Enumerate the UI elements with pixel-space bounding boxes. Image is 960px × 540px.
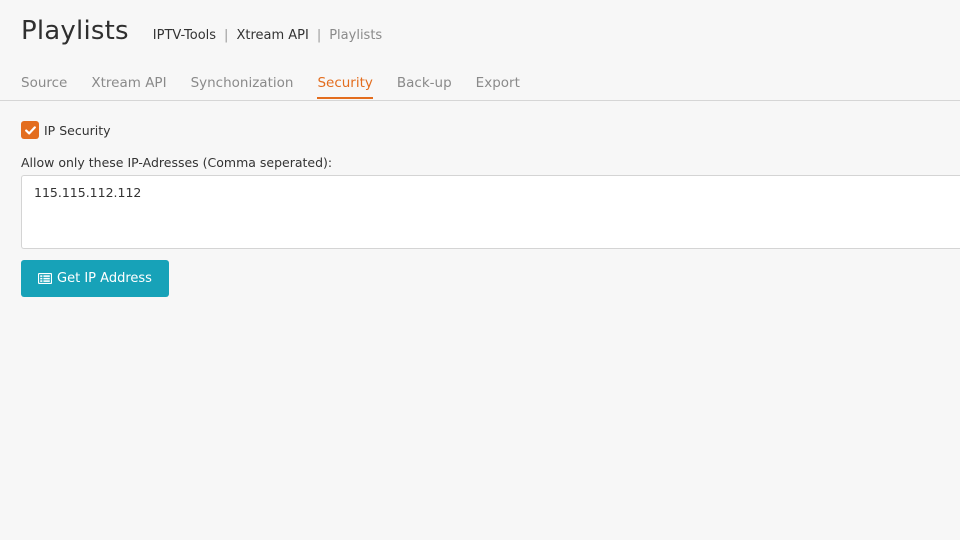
breadcrumb-item-xtream-api[interactable]: Xtream API — [236, 28, 308, 43]
ip-security-row: IP Security — [21, 120, 960, 140]
checkmark-icon — [24, 125, 36, 134]
tab-back-up[interactable]: Back-up — [397, 72, 452, 99]
tab-xtream-api[interactable]: Xtream API — [91, 72, 166, 99]
breadcrumb: IPTV-Tools | Xtream API | Playlists — [153, 28, 382, 43]
ip-security-checkbox[interactable] — [21, 121, 39, 139]
playlists-page: Playlists IPTV-Tools | Xtream API | Play… — [0, 0, 960, 540]
page-title: Playlists — [21, 16, 129, 46]
tab-export[interactable]: Export — [476, 72, 520, 99]
list-icon — [38, 273, 53, 284]
ip-security-label: IP Security — [44, 122, 111, 138]
breadcrumb-separator: | — [224, 28, 229, 43]
tab-synchonization[interactable]: Synchonization — [191, 72, 294, 99]
security-panel: IP Security Allow only these IP-Adresses… — [21, 120, 960, 297]
allowed-ips-textarea[interactable]: 115.115.112.112 — [21, 175, 960, 249]
allowed-ips-value: 115.115.112.112 — [34, 185, 142, 200]
get-ip-address-button[interactable]: Get IP Address — [21, 260, 169, 297]
tab-security[interactable]: Security — [317, 72, 373, 99]
breadcrumb-item-iptv-tools[interactable]: IPTV-Tools — [153, 28, 216, 43]
tab-source[interactable]: Source — [21, 72, 67, 99]
breadcrumb-item-playlists: Playlists — [329, 28, 383, 43]
allowed-ips-label: Allow only these IP-Adresses (Comma sepe… — [21, 155, 333, 170]
get-ip-address-button-label: Get IP Address — [57, 271, 152, 286]
breadcrumb-separator: | — [316, 28, 322, 43]
page-header: Playlists IPTV-Tools | Xtream API | Play… — [21, 16, 382, 46]
settings-tabs: Source Xtream API Synchonization Securit… — [0, 72, 960, 101]
